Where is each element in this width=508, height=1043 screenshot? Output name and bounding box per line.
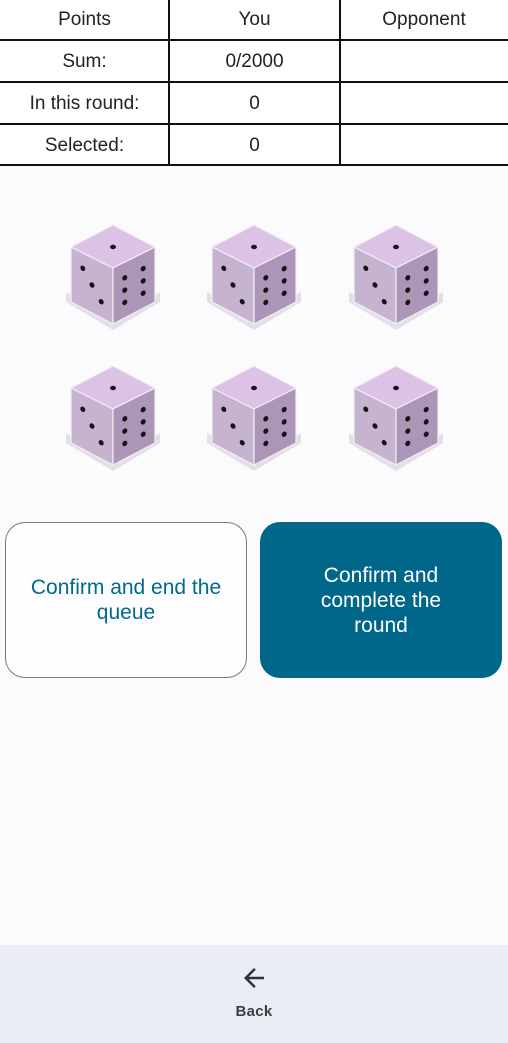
you-selected-value: 0 — [249, 134, 260, 156]
confirm-end-queue-label: Confirm and end the queue — [30, 576, 222, 624]
table-divider — [0, 39, 508, 41]
die-pip — [393, 385, 399, 391]
dice-area — [0, 200, 508, 490]
back-button[interactable]: Back — [204, 963, 304, 1033]
back-label: Back — [235, 1003, 273, 1020]
die-graphic — [66, 365, 160, 471]
die-graphic — [66, 224, 160, 330]
table-row-sum: Sum: 0/2000 — [0, 41, 508, 82]
confirm-complete-round-button[interactable]: Confirm and complete the round — [260, 522, 502, 678]
die-pip — [251, 244, 257, 250]
die[interactable] — [204, 222, 304, 332]
die-graphic — [207, 224, 301, 330]
arrow-left-icon — [244, 968, 264, 988]
die[interactable] — [346, 222, 446, 332]
die[interactable] — [346, 363, 446, 473]
table-row-round: In this round: 0 — [0, 83, 508, 124]
score-table: Points You Opponent Sum: 0/2000 In this … — [0, 0, 508, 166]
you-sum-value: 0/2000 — [225, 50, 284, 72]
header-points: Points — [58, 9, 111, 30]
die[interactable] — [204, 363, 304, 473]
die-graphic — [207, 365, 301, 471]
die-pip — [393, 244, 399, 250]
row-label-sum: Sum: — [62, 50, 107, 72]
opponent-round-value — [340, 83, 508, 124]
table-divider — [339, 0, 341, 166]
confirm-complete-round-label: Confirm and complete the round — [320, 563, 442, 637]
row-label-selected: Selected: — [44, 134, 125, 156]
bottom-navigation-bar: Back — [0, 945, 508, 1043]
table-divider — [0, 81, 508, 83]
you-round-value: 0 — [249, 92, 260, 114]
die[interactable] — [63, 222, 163, 332]
table-divider — [0, 123, 508, 125]
die-pip — [251, 385, 257, 391]
die-pip — [110, 385, 116, 391]
table-divider — [0, 164, 508, 166]
table-header-row: Points You Opponent — [0, 0, 508, 40]
row-label-round: In this round: — [29, 92, 140, 114]
table-divider — [168, 0, 170, 166]
opponent-selected-value — [340, 125, 508, 166]
header-you: You — [238, 9, 271, 30]
confirm-end-queue-button[interactable]: Confirm and end the queue — [5, 522, 247, 678]
opponent-sum-value — [340, 41, 508, 82]
table-row-selected: Selected: 0 — [0, 125, 508, 166]
die-graphic — [349, 365, 443, 471]
die[interactable] — [63, 363, 163, 473]
die-pip — [110, 244, 116, 250]
header-opponent: Opponent — [382, 9, 466, 30]
die-graphic — [349, 224, 443, 330]
